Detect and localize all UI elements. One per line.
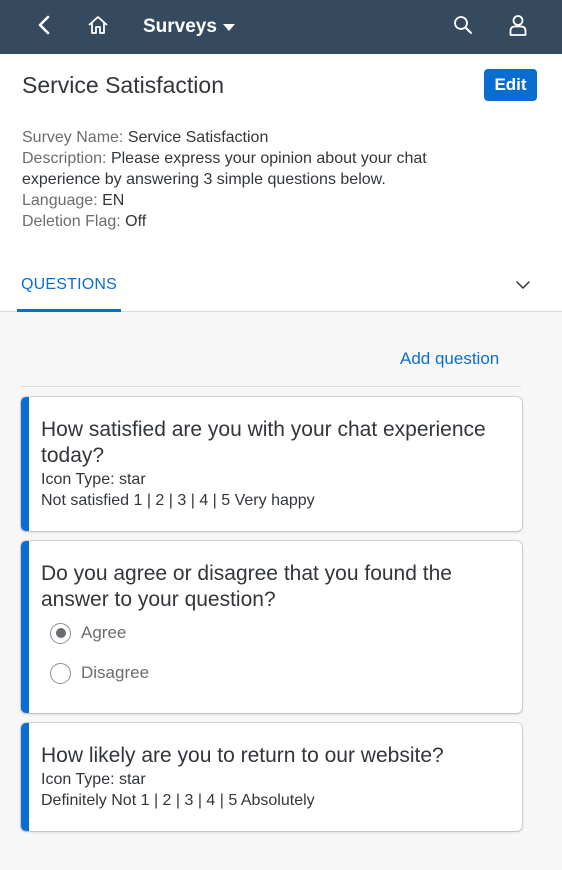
home-icon xyxy=(87,15,109,40)
radio-agree[interactable]: Agree xyxy=(50,621,250,645)
page-title: Service Satisfaction xyxy=(22,72,224,98)
attribute-deletion-flag: Deletion Flag: Off xyxy=(22,213,147,230)
user-button[interactable] xyxy=(500,9,536,45)
tab-selected-indicator xyxy=(17,309,121,312)
question-scale: Not satisfied 1 | 2 | 3 | 4 | 5 Very hap… xyxy=(41,492,315,509)
question-card-2[interactable]: Do you agree or disagree that you found … xyxy=(21,541,522,713)
question-text: Do you agree or disagree that you found … xyxy=(41,562,452,611)
tab-questions-label: QUESTIONS xyxy=(21,276,118,293)
caret-down-icon xyxy=(222,23,235,31)
attribute-description: Description: Please express your opinion… xyxy=(22,150,427,188)
question-scale: Definitely Not 1 | 2 | 3 | 4 | 5 Absolut… xyxy=(41,792,315,809)
tab-overflow-button[interactable] xyxy=(510,274,536,298)
radio-disagree[interactable]: Disagree xyxy=(50,661,250,685)
edit-button[interactable]: Edit xyxy=(484,69,537,101)
app-title: Surveys xyxy=(143,16,217,37)
question-icon-type: Icon Type: star xyxy=(41,471,146,488)
search-button[interactable] xyxy=(445,9,481,45)
home-button[interactable] xyxy=(80,9,116,45)
back-icon xyxy=(36,15,52,40)
question-text: How likely are you to return to our webs… xyxy=(41,744,444,767)
radio-unselected-icon xyxy=(50,662,71,684)
question-card-1[interactable]: How satisfied are you with your chat exp… xyxy=(21,397,522,531)
question-card-3[interactable]: How likely are you to return to our webs… xyxy=(21,723,522,831)
radio-selected-icon xyxy=(50,622,71,644)
card-accent-bar xyxy=(21,541,29,713)
back-button[interactable] xyxy=(26,9,62,45)
shell-bar: Surveys xyxy=(0,0,562,54)
app-title-menu[interactable]: Surveys xyxy=(143,14,235,40)
object-header: Service Satisfaction Edit Survey Name: S… xyxy=(0,54,562,312)
attribute-language: Language: EN xyxy=(22,192,125,209)
radio-label: Disagree xyxy=(81,663,150,682)
question-icon-type: Icon Type: star xyxy=(41,771,146,788)
survey-attributes: Survey Name: Service Satisfaction Descri… xyxy=(22,127,492,232)
search-icon xyxy=(453,15,473,40)
add-question-link[interactable]: Add question xyxy=(400,349,499,369)
chevron-down-icon xyxy=(515,277,531,295)
tab-questions[interactable]: QUESTIONS xyxy=(17,272,121,312)
question-text: How satisfied are you with your chat exp… xyxy=(41,418,486,467)
radio-label: Agree xyxy=(81,623,127,642)
attribute-survey-name: Survey Name: Service Satisfaction xyxy=(22,129,269,146)
card-accent-bar xyxy=(21,397,29,531)
card-accent-bar xyxy=(21,723,29,831)
user-icon xyxy=(508,14,528,41)
divider xyxy=(21,386,521,387)
